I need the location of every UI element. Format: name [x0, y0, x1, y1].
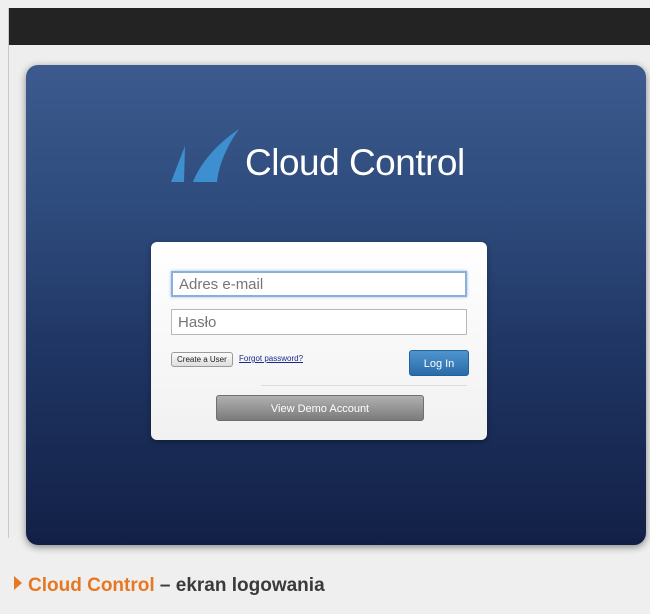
- create-user-button[interactable]: Create a User: [171, 352, 233, 367]
- top-bar: [9, 8, 650, 45]
- login-background: Cloud Control Create a User Forgot passw…: [26, 65, 646, 545]
- login-button[interactable]: Log In: [409, 350, 469, 376]
- shark-fin-icon: [171, 129, 239, 182]
- forgot-password-link[interactable]: Forgot password?: [239, 354, 303, 363]
- logo-text: Cloud Control: [245, 142, 465, 183]
- view-demo-button[interactable]: View Demo Account: [216, 395, 424, 421]
- caption: Cloud Control – ekran logowania: [14, 575, 325, 597]
- logo: Cloud Control: [167, 124, 487, 188]
- caption-title: Cloud Control: [28, 575, 155, 596]
- caption-subtitle: – ekran logowania: [154, 575, 325, 596]
- browser-frame: Cloud Control Create a User Forgot passw…: [8, 8, 650, 545]
- login-panel: Create a User Forgot password? Log In Vi…: [151, 242, 487, 440]
- password-input[interactable]: [171, 309, 467, 335]
- email-input[interactable]: [171, 271, 467, 297]
- caption-arrow-icon: [14, 576, 22, 590]
- divider: [261, 385, 467, 386]
